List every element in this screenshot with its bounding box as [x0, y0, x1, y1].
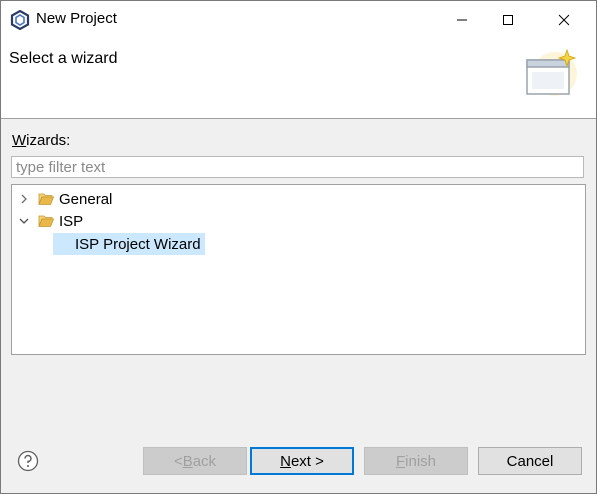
title-bar[interactable]: New Project — [1, 1, 596, 38]
cancel-button[interactable]: Cancel — [478, 447, 582, 475]
banner-title: Select a wizard — [9, 50, 118, 67]
wizards-label: Wizards: — [12, 132, 71, 149]
wizard-tree[interactable]: General ISP ISP Project Wizard — [11, 184, 586, 355]
window-title: New Project — [36, 10, 117, 27]
tree-item-general[interactable]: General — [18, 188, 112, 210]
minimize-button[interactable] — [439, 1, 485, 38]
close-button[interactable] — [541, 1, 587, 38]
eclipse-app-icon — [10, 10, 30, 30]
tree-item-label: General — [59, 190, 113, 208]
finish-button[interactable]: Finish — [364, 447, 468, 475]
folder-open-icon — [38, 193, 54, 205]
wizard-banner-icon — [526, 48, 577, 96]
next-button[interactable]: Next > — [250, 447, 354, 475]
maximize-button[interactable] — [485, 1, 531, 38]
folder-open-icon — [38, 215, 54, 227]
chevron-down-icon[interactable] — [18, 215, 30, 227]
wizard-banner: Select a wizard — [1, 38, 596, 119]
tree-item-label: ISP Project Wizard — [75, 235, 201, 253]
chevron-right-icon[interactable] — [18, 193, 30, 205]
filter-input[interactable] — [11, 156, 584, 178]
close-icon — [558, 14, 570, 25]
back-button[interactable]: < Back — [143, 447, 247, 475]
help-icon[interactable] — [17, 450, 39, 472]
new-project-dialog: New Project Select a wizard Wizards: typ… — [0, 0, 597, 494]
maximize-icon — [503, 14, 513, 25]
tree-item-isp-project-wizard[interactable]: ISP Project Wizard — [53, 233, 205, 255]
minimize-icon — [457, 19, 467, 20]
tree-item-isp[interactable]: ISP — [18, 210, 83, 232]
tree-item-label: ISP — [59, 212, 84, 230]
